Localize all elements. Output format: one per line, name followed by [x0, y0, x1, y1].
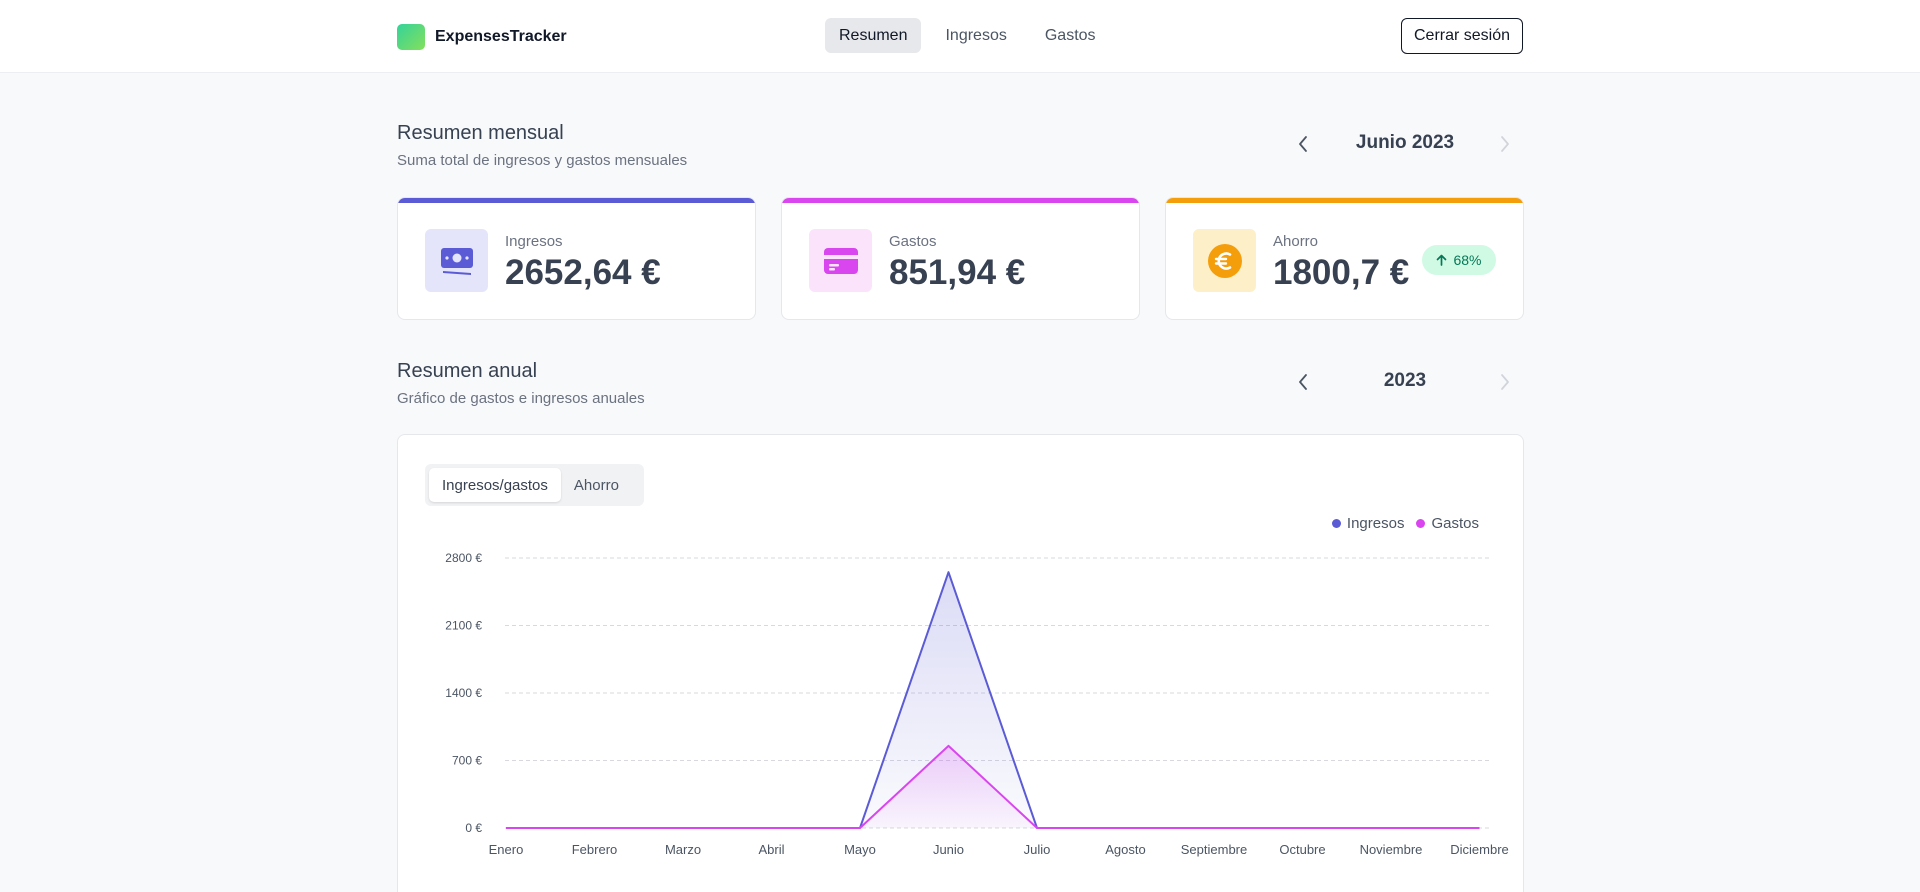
monthly-title: Resumen mensual	[397, 122, 564, 144]
income-accent-bar	[398, 198, 755, 203]
annual-period-label: 2023	[1383, 370, 1427, 391]
chevron-left-icon[interactable]	[1288, 367, 1318, 397]
top-header: ExpensesTracker Resumen Ingresos Gastos …	[0, 0, 1920, 73]
euro-icon	[1193, 229, 1256, 292]
annual-area-chart: 0 € 700 € 1400 € 2100 € 2800 € Enero Febrero Ma…	[445, 551, 1509, 857]
annual-period-selector: 2023	[1280, 367, 1520, 397]
app-logo	[397, 24, 425, 50]
brand[interactable]: ExpensesTracker	[397, 24, 567, 50]
savings-label: Ahorro	[1273, 233, 1319, 250]
expenses-card: Gastos 851,94 €	[781, 197, 1140, 320]
annual-subtitle: Gráfico de gastos e ingresos anuales	[397, 390, 645, 407]
chevron-right-icon[interactable]	[1490, 129, 1520, 159]
app-name: ExpensesTracker	[435, 28, 567, 45]
chevron-left-icon[interactable]	[1288, 129, 1318, 159]
income-value: 2652,64 €	[505, 253, 661, 292]
nav-item-gastos[interactable]: Gastos	[1031, 18, 1110, 53]
banknote-icon	[425, 229, 488, 292]
x-tick-label: Octubre	[1279, 842, 1325, 857]
x-tick-label: Febrero	[572, 842, 618, 857]
x-tick-label: Julio	[1024, 842, 1051, 857]
monthly-period-selector: Junio 2023	[1280, 129, 1520, 159]
credit-card-icon	[809, 229, 872, 292]
y-tick-label: 2800 €	[445, 551, 482, 565]
monthly-subtitle: Suma total de ingresos y gastos mensuale…	[397, 152, 688, 169]
expenses-value: 851,94 €	[889, 253, 1026, 292]
income-label: Ingresos	[505, 233, 563, 250]
x-tick-label: Marzo	[665, 842, 701, 857]
x-tick-label: Agosto	[1105, 842, 1145, 857]
x-tick-label: Abril	[758, 842, 784, 857]
arrow-up-icon	[1437, 254, 1447, 266]
savings-value: 1800,7 €	[1273, 253, 1410, 292]
x-tick-label: Enero	[489, 842, 524, 857]
main-nav: Resumen Ingresos Gastos	[825, 18, 1110, 53]
x-tick-label: Junio	[933, 842, 964, 857]
nav-item-ingresos[interactable]: Ingresos	[931, 18, 1020, 53]
y-tick-label: 1400 €	[445, 686, 482, 700]
chevron-right-icon[interactable]	[1490, 367, 1520, 397]
y-tick-label: 2100 €	[445, 619, 482, 633]
x-tick-label: Septiembre	[1181, 842, 1247, 857]
expenses-label: Gastos	[889, 233, 937, 250]
monthly-period-label: Junio 2023	[1355, 132, 1455, 153]
logout-button[interactable]: Cerrar sesión	[1401, 18, 1523, 54]
x-tick-label: Noviembre	[1360, 842, 1423, 857]
savings-accent-bar	[1166, 198, 1523, 203]
savings-percent: 68%	[1453, 252, 1482, 268]
expenses-accent-bar	[782, 198, 1139, 203]
annual-title: Resumen anual	[397, 360, 538, 382]
y-tick-label: 0 €	[465, 821, 482, 835]
annual-chart-panel: Ingresos/gastos Ahorro Ingresos Gastos 0…	[397, 434, 1524, 892]
x-tick-label: Mayo	[844, 842, 876, 857]
x-tick-label: Diciembre	[1450, 842, 1509, 857]
income-card: Ingresos 2652,64 €	[397, 197, 756, 320]
y-tick-label: 700 €	[452, 754, 482, 768]
nav-item-resumen[interactable]: Resumen	[825, 18, 922, 53]
savings-card: Ahorro 1800,7 € 68%	[1165, 197, 1524, 320]
savings-percent-badge: 68%	[1422, 245, 1496, 275]
